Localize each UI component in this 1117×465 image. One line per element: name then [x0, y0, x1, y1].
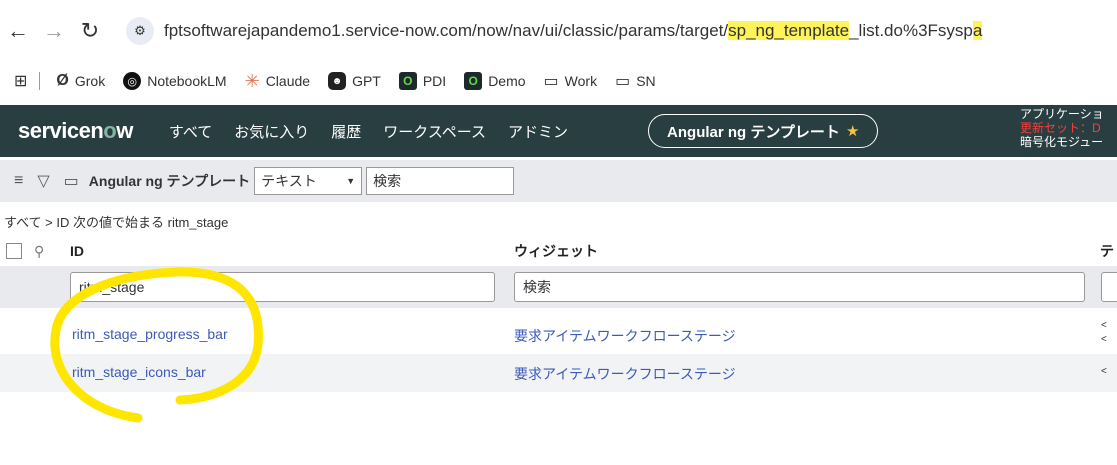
- logo-text: servicen: [18, 118, 104, 143]
- bookmark-label: GPT: [352, 73, 381, 89]
- logo-o: o: [103, 118, 117, 143]
- demo-icon: O: [464, 72, 483, 90]
- list-toolbar: ≡ ▽ ▭ Angular ng テンプレート テキスト ▼ 検索: [0, 160, 1117, 202]
- nav-all[interactable]: すべて: [169, 121, 212, 142]
- url-tail: a: [972, 21, 983, 40]
- row-id-link[interactable]: ritm_stage_progress_bar: [72, 326, 228, 342]
- bookmarks-bar: ⊞ Ø Grok ◎ NotebookLM ✳ Claude ☻ GPT O P…: [0, 62, 1117, 100]
- hamburger-icon[interactable]: ≡: [14, 172, 23, 190]
- filter-icon[interactable]: ▽: [37, 171, 49, 191]
- apps-grid-icon[interactable]: ⊞: [14, 71, 27, 91]
- search-icon[interactable]: ⚲: [34, 243, 44, 260]
- url-suffix: _list.do%3Fsysp: [849, 21, 973, 40]
- bookmark-label: Demo: [488, 73, 526, 89]
- column-filter-row: ritm_stage 検索: [0, 266, 1117, 308]
- update-set-line: 更新セット：D: [1020, 121, 1101, 135]
- row-extra: <: [1101, 334, 1107, 345]
- list-title: Angular ng テンプレート: [88, 173, 251, 189]
- back-icon[interactable]: ←: [0, 18, 36, 44]
- encryption-line: 暗号化モジュー: [1020, 135, 1104, 149]
- list-search-input[interactable]: 検索: [366, 167, 515, 195]
- separator: [39, 72, 41, 90]
- search-field-select[interactable]: テキスト ▼: [254, 167, 363, 195]
- servicenow-header: servicenow すべて お気に入り 履歴 ワークスペース アドミン Ang…: [0, 105, 1117, 157]
- context-pill[interactable]: Angular ng テンプレート ★: [648, 114, 879, 148]
- bookmark-claude[interactable]: ✳ Claude: [245, 71, 310, 92]
- servicenow-logo[interactable]: servicenow: [18, 118, 133, 144]
- column-id[interactable]: ID: [70, 243, 84, 259]
- bookmark-pdi[interactable]: O PDI: [398, 72, 447, 90]
- row-extra: <: [1101, 320, 1107, 331]
- row-extra: <: [1101, 366, 1107, 377]
- table-row: ritm_stage_icons_bar 要求アイテムワークフローステージ <: [0, 354, 1117, 392]
- forward-icon[interactable]: →: [36, 18, 72, 44]
- nav-favorites[interactable]: お気に入り: [234, 121, 309, 142]
- app-scope-info[interactable]: アプリケーショ 更新セット：D 暗号化モジュー: [1020, 107, 1104, 149]
- select-value: テキスト: [261, 173, 317, 189]
- select-all-checkbox[interactable]: [6, 243, 22, 259]
- row-widget-link[interactable]: 要求アイテムワークフローステージ: [514, 364, 736, 384]
- nav-workspaces[interactable]: ワークスペース: [383, 121, 486, 142]
- bookmark-label: PDI: [422, 73, 447, 89]
- column-widget[interactable]: ウィジェット: [514, 241, 598, 261]
- url-highlight: sp_ng_template: [728, 21, 850, 40]
- url-field[interactable]: fptsoftwarejapandemo1.service-now.com/no…: [164, 21, 1104, 41]
- star-icon[interactable]: ★: [846, 122, 859, 140]
- column-third[interactable]: テ: [1100, 241, 1114, 261]
- bookmark-gpt[interactable]: ☻ GPT: [328, 72, 381, 90]
- url-prefix: fptsoftwarejapandemo1.service-now.com/no…: [164, 21, 729, 40]
- nav-admin[interactable]: アドミン: [508, 121, 568, 142]
- id-filter-input[interactable]: ritm_stage: [70, 272, 495, 302]
- bookmark-folder-work[interactable]: ▭ Work: [544, 71, 598, 91]
- claude-icon: ✳: [244, 70, 260, 91]
- column-header-row: ⚲ ID ウィジェット テ: [0, 236, 1117, 267]
- bookmark-label: Work: [564, 73, 598, 89]
- id-filter-value: ritm_stage: [79, 279, 145, 295]
- bookmark-folder-sn[interactable]: ▭ SN: [615, 71, 656, 91]
- comment-icon[interactable]: ▭: [64, 171, 79, 191]
- context-pill-label: Angular ng テンプレート: [667, 123, 840, 141]
- bookmark-label: Claude: [265, 73, 311, 89]
- table-row: ritm_stage_progress_bar 要求アイテムワークフローステージ…: [0, 316, 1117, 354]
- bookmark-label: SN: [636, 73, 656, 89]
- browser-address-bar: ← → ↻ ⚙ fptsoftwarejapandemo1.service-no…: [0, 0, 1117, 62]
- site-info-icon[interactable]: ⚙: [126, 17, 154, 45]
- breadcrumb[interactable]: すべて > ID 次の値で始まる ritm_stage: [4, 212, 228, 231]
- nav-history[interactable]: 履歴: [331, 121, 361, 142]
- folder-icon: ▭: [543, 73, 559, 90]
- bookmark-label: NotebookLM: [147, 73, 227, 89]
- reload-icon[interactable]: ↻: [72, 18, 108, 44]
- gpt-icon: ☻: [328, 72, 347, 90]
- row-widget-link[interactable]: 要求アイテムワークフローステージ: [514, 326, 736, 346]
- bookmark-demo[interactable]: O Demo: [464, 72, 526, 90]
- notebooklm-icon: ◎: [123, 72, 142, 90]
- row-id-link[interactable]: ritm_stage_icons_bar: [72, 364, 206, 380]
- logo-text-end: w: [116, 118, 133, 143]
- bookmark-notebooklm[interactable]: ◎ NotebookLM: [123, 72, 227, 90]
- bookmark-label: Grok: [74, 73, 106, 89]
- grok-icon: Ø: [56, 72, 69, 89]
- widget-filter-input[interactable]: 検索: [514, 272, 1085, 302]
- third-filter-input[interactable]: [1101, 272, 1117, 302]
- search-placeholder: 検索: [373, 173, 402, 189]
- caret-down-icon: ▼: [346, 176, 356, 186]
- widget-filter-placeholder: 検索: [523, 279, 551, 295]
- pdi-icon: O: [398, 72, 417, 90]
- app-scope-line: アプリケーショ: [1020, 107, 1104, 121]
- folder-icon: ▭: [615, 73, 631, 90]
- bookmark-grok[interactable]: Ø Grok: [56, 72, 105, 90]
